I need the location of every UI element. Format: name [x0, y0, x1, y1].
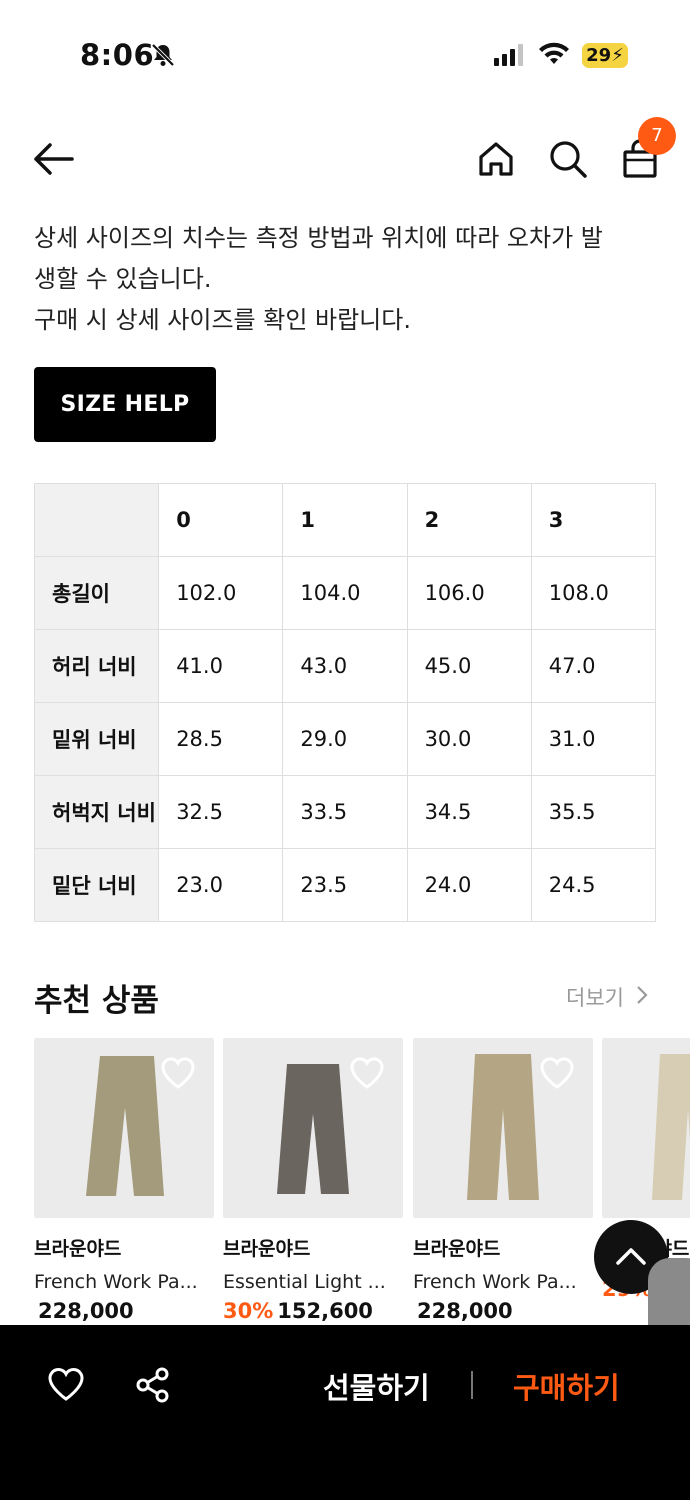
top-nav [0, 115, 690, 205]
table-row: 밑위 너비 28.5 29.0 30.0 31.0 [33, 702, 657, 776]
heart-icon[interactable] [539, 1056, 575, 1094]
table-row: 허리 너비 41.0 43.0 45.0 47.0 [33, 629, 657, 703]
status-bar: 8:06 29⚡ [0, 0, 690, 110]
discount-rate: 30% [223, 1299, 274, 1323]
heart-icon[interactable] [349, 1056, 385, 1094]
product-image[interactable] [34, 1038, 214, 1218]
measurement-cell: 29.0 [282, 702, 408, 776]
pants-image [652, 1054, 690, 1200]
measurement-cell: 43.0 [282, 629, 408, 703]
wifi-icon [538, 42, 570, 70]
measurement-label: 허리 너비 [33, 629, 160, 703]
measurement-cell: 32.5 [158, 775, 284, 849]
product-card[interactable]: 브라운야드 French Work Pa... 228,000 [413, 1038, 593, 1323]
measurement-cell: 102.0 [158, 556, 284, 630]
back-arrow-icon[interactable] [30, 137, 80, 181]
measurement-cell: 34.5 [406, 775, 532, 849]
measurement-cell: 108.0 [530, 556, 657, 630]
status-time: 8:06 [80, 38, 155, 72]
size-column-header: 3 [530, 483, 657, 557]
wishlist-heart-icon[interactable] [46, 1365, 86, 1405]
measurement-label: 총길이 [33, 556, 160, 630]
product-image[interactable] [413, 1038, 593, 1218]
measurement-cell: 23.0 [158, 848, 284, 922]
product-name: French Work Pa... [413, 1271, 577, 1293]
product-price: 152,600 [277, 1299, 373, 1323]
measurement-cell: 45.0 [406, 629, 532, 703]
pants-shape [467, 1054, 539, 1200]
heart-icon[interactable] [160, 1056, 196, 1094]
product-brand: 브라운야드 [223, 1238, 311, 1260]
table-row: 밑단 너비 23.0 23.5 24.0 24.5 [33, 848, 657, 922]
chevron-right-icon[interactable] [634, 984, 650, 1010]
table-header-row: 0 1 2 3 [33, 483, 657, 557]
measurement-label: 허벅지 너비 [33, 775, 160, 849]
search-icon[interactable] [546, 137, 590, 181]
product-brand: 브라운야드 [413, 1238, 501, 1260]
measurement-cell: 24.0 [406, 848, 532, 922]
section-title: 추천 상품 [34, 983, 159, 1019]
gift-button[interactable]: 선물하기 [323, 1365, 430, 1407]
measurement-label: 밑단 너비 [33, 848, 160, 922]
size-column-header: 1 [282, 483, 408, 557]
more-link[interactable]: 더보기 [566, 982, 624, 1012]
cell-signal-icon [494, 44, 524, 70]
measurement-cell: 23.5 [282, 848, 408, 922]
measurement-cell: 30.0 [406, 702, 532, 776]
size-column-header: 2 [406, 483, 532, 557]
notice-line: 생할 수 있습니다. [34, 265, 212, 293]
product-price-row: 30% 152,600 [223, 1299, 403, 1323]
measurement-cell: 31.0 [530, 702, 657, 776]
product-brand: 브라운야드 [34, 1238, 122, 1260]
measurement-cell: 35.5 [530, 775, 657, 849]
measurement-label: 밑위 너비 [33, 702, 160, 776]
notice-line: 구매 시 상세 사이즈를 확인 바랍니다. [34, 306, 411, 334]
product-image[interactable] [602, 1038, 690, 1218]
buy-button[interactable]: 구매하기 [513, 1365, 620, 1407]
product-price-row: 228,000 [413, 1299, 593, 1323]
pants-shape [86, 1056, 164, 1196]
measurement-cell: 47.0 [530, 629, 657, 703]
product-price: 228,000 [38, 1299, 134, 1323]
pants-shape [277, 1064, 349, 1194]
product-price: 228,000 [417, 1299, 513, 1323]
pants-shape [652, 1054, 690, 1200]
table-corner-cell [33, 483, 160, 557]
product-name: French Work Pa... [34, 1271, 198, 1293]
size-column-header: 0 [158, 483, 284, 557]
table-row: 허벅지 너비 32.5 33.5 34.5 35.5 [33, 775, 657, 849]
product-card[interactable]: 브라운야드 Essential Light ... 30% 152,600 [223, 1038, 403, 1323]
table-row: 총길이 102.0 104.0 106.0 108.0 [33, 556, 657, 630]
measurement-cell: 24.5 [530, 848, 657, 922]
product-price-row: 228,000 [34, 1299, 214, 1323]
size-help-button[interactable]: SIZE HELP [34, 367, 216, 442]
measurement-cell: 33.5 [282, 775, 408, 849]
product-name: Essential Light ... [223, 1271, 386, 1293]
bottom-action-bar: 선물하기 구매하기 [0, 1325, 690, 1500]
measurement-cell: 41.0 [158, 629, 284, 703]
divider [471, 1371, 473, 1399]
home-icon[interactable] [474, 137, 518, 181]
share-icon[interactable] [133, 1365, 173, 1405]
cart-count-badge: 7 [638, 117, 676, 155]
battery-indicator: 29⚡ [582, 43, 628, 68]
size-chart-table: 0 1 2 3 총길이 102.0 104.0 106.0 108.0 허리 너… [33, 483, 657, 922]
silent-bell-icon [150, 42, 176, 72]
size-notice: 상세 사이즈의 치수는 측정 방법과 위치에 따라 오차가 발 생할 수 있습니… [34, 218, 664, 341]
measurement-cell: 104.0 [282, 556, 408, 630]
notice-line: 상세 사이즈의 치수는 측정 방법과 위치에 따라 오차가 발 [34, 224, 603, 252]
product-card[interactable]: 브라운야드 French Work Pa... 228,000 [34, 1038, 214, 1323]
recommended-products: 브라운야드 French Work Pa... 228,000 브라운야드 Es… [34, 1038, 690, 1328]
measurement-cell: 106.0 [406, 556, 532, 630]
battery-level: 29 [586, 45, 612, 66]
measurement-cell: 28.5 [158, 702, 284, 776]
product-image[interactable] [223, 1038, 403, 1218]
